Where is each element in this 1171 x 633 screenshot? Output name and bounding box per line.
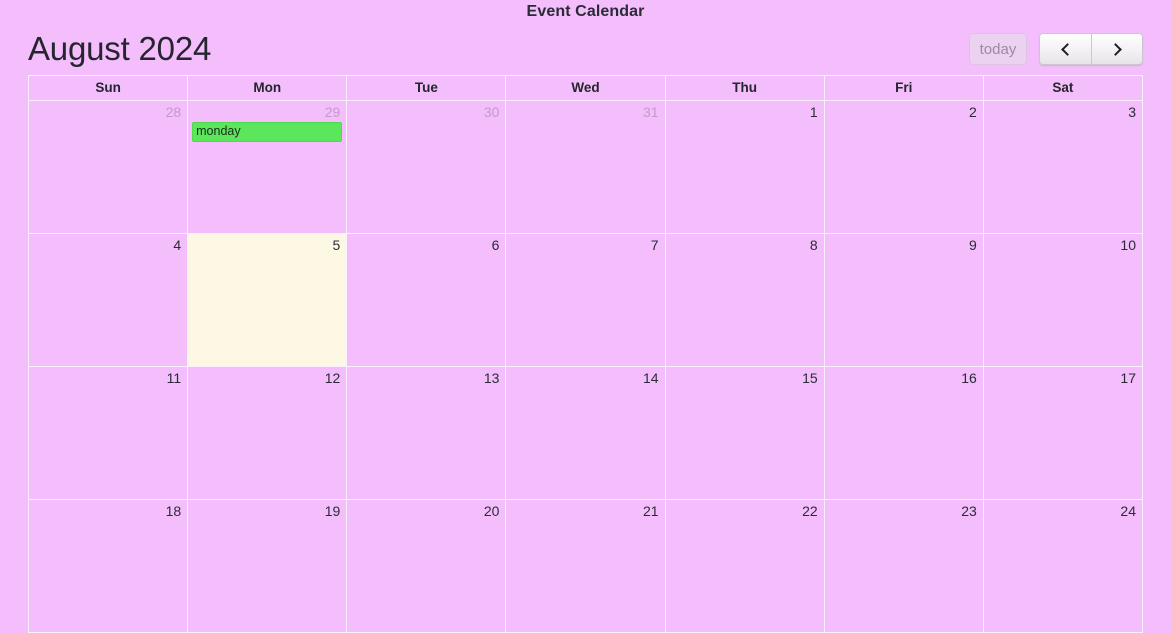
day-cell[interactable]: 19 <box>188 500 348 633</box>
prev-month-button[interactable] <box>1039 33 1091 65</box>
day-cell[interactable]: 4 <box>29 234 189 367</box>
day-number: 12 <box>324 370 341 386</box>
day-number: 10 <box>1120 237 1136 253</box>
weekday-header-row: Sun Mon Tue Wed Thu Fri Sat <box>29 76 1143 101</box>
weekday-header-tue: Tue <box>347 76 507 101</box>
day-number: 2 <box>969 104 977 120</box>
day-cell[interactable]: 11 <box>29 367 189 500</box>
calendar-grid: Sun Mon Tue Wed Thu Fri Sat 28 29 monday 30 31 1 2 3 4… <box>28 75 1143 633</box>
chevron-left-icon <box>1060 42 1074 56</box>
day-cell[interactable]: 16 <box>824 367 984 500</box>
weekday-header-mon: Mon <box>188 76 348 101</box>
day-number: 9 <box>969 237 977 253</box>
weekday-header-sat: Sat <box>983 76 1143 101</box>
day-number: 18 <box>165 503 182 519</box>
day-cell[interactable]: 8 <box>665 234 825 367</box>
day-number: 31 <box>642 104 659 120</box>
day-number: 23 <box>961 503 977 519</box>
day-cell[interactable]: 22 <box>665 500 825 633</box>
day-number: 15 <box>802 370 818 386</box>
chevron-right-icon <box>1109 42 1122 56</box>
day-cell[interactable]: 1 <box>665 101 825 234</box>
day-number: 20 <box>483 503 500 519</box>
day-cell[interactable]: 21 <box>506 500 666 633</box>
weekday-header-fri: Fri <box>824 76 984 101</box>
day-cell[interactable]: 17 <box>983 367 1143 500</box>
day-number: 21 <box>642 503 659 519</box>
day-number: 3 <box>1128 104 1136 120</box>
week-row: 28 29 monday 30 31 1 2 3 <box>29 101 1143 234</box>
day-number: 4 <box>173 237 182 253</box>
day-cell[interactable]: 31 <box>506 101 666 234</box>
day-number: 24 <box>1120 503 1136 519</box>
day-cell[interactable]: 12 <box>188 367 348 500</box>
day-cell[interactable]: 2 <box>824 101 984 234</box>
day-cell[interactable]: 10 <box>983 234 1143 367</box>
day-number: 13 <box>483 370 500 386</box>
day-number: 8 <box>809 237 818 253</box>
day-number: 14 <box>642 370 659 386</box>
day-cell[interactable]: 24 <box>983 500 1143 633</box>
week-row: 18 19 20 21 22 23 24 <box>29 500 1143 633</box>
page-title: Event Calendar <box>526 3 645 20</box>
event-calendar: August 2024 today Sun Mon Tue Wed Thu Fri Sat … <box>0 21 1171 633</box>
calendar-toolbar: August 2024 today <box>28 21 1143 75</box>
day-number: 30 <box>483 104 500 120</box>
week-row: 4 5 6 7 8 9 10 <box>29 234 1143 367</box>
day-cell[interactable]: 13 <box>347 367 507 500</box>
day-number: 6 <box>491 237 500 253</box>
weekday-header-thu: Thu <box>665 76 825 101</box>
day-number: 16 <box>961 370 977 386</box>
day-cell[interactable]: 14 <box>506 367 666 500</box>
calendar-event[interactable]: monday <box>192 122 343 142</box>
day-number: 11 <box>166 370 182 386</box>
day-number: 29 <box>324 104 341 120</box>
day-cell[interactable]: 29 monday <box>188 101 348 234</box>
day-number: 5 <box>332 237 341 253</box>
next-month-button[interactable] <box>1091 33 1143 65</box>
calendar-month-title: August 2024 <box>28 30 212 67</box>
week-row: 11 12 13 14 15 16 17 <box>29 367 1143 500</box>
day-cell[interactable]: 20 <box>347 500 507 633</box>
day-cell[interactable]: 28 <box>29 101 189 234</box>
weekday-header-sun: Sun <box>29 76 189 101</box>
day-number: 7 <box>650 237 659 253</box>
day-number: 19 <box>324 503 341 519</box>
calendar-nav-controls: today <box>969 33 1143 65</box>
day-cell[interactable]: 23 <box>824 500 984 633</box>
prev-next-button-group <box>1039 33 1143 65</box>
day-number: 22 <box>802 503 818 519</box>
day-number: 28 <box>165 104 182 120</box>
today-button[interactable]: today <box>969 33 1027 65</box>
calendar-weeks: 28 29 monday 30 31 1 2 3 4 5 6 7 8 9 10 11 12 13 14 15 16 17 1… <box>29 101 1143 633</box>
day-cell[interactable]: 18 <box>29 500 189 633</box>
day-cell[interactable]: 6 <box>347 234 507 367</box>
day-cell[interactable]: 9 <box>824 234 984 367</box>
day-cell[interactable]: 30 <box>347 101 507 234</box>
day-cell[interactable]: 3 <box>983 101 1143 234</box>
day-number: 17 <box>1120 370 1136 386</box>
day-number: 1 <box>809 104 818 120</box>
day-cell[interactable]: 15 <box>665 367 825 500</box>
weekday-header-wed: Wed <box>506 76 666 101</box>
day-cell[interactable]: 7 <box>506 234 666 367</box>
day-cell[interactable]: 5 <box>188 234 348 367</box>
